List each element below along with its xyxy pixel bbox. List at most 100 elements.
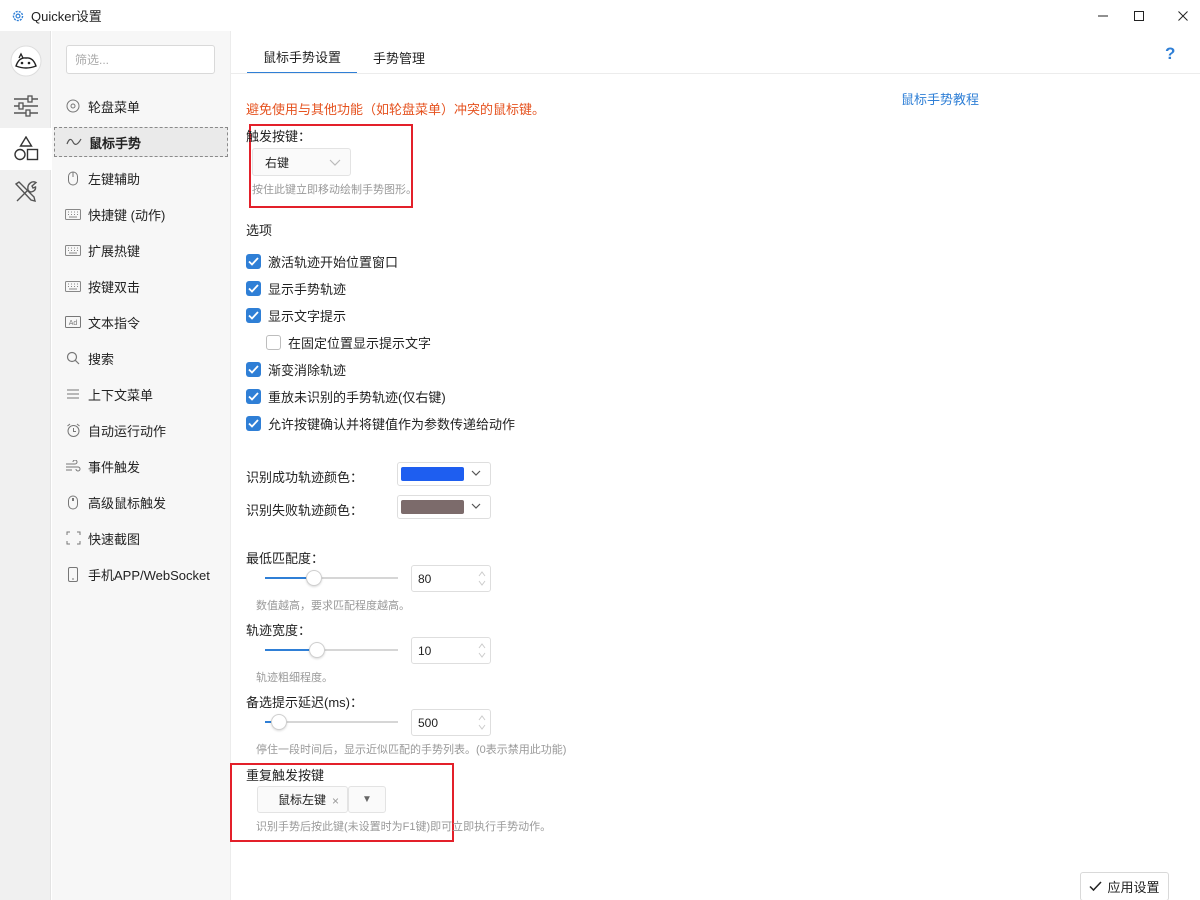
wheel-icon xyxy=(64,99,82,113)
repeat-label: 重复触发按键 xyxy=(246,768,325,783)
delay-hint: 停住一段时间后，显示近似匹配的手势列表。(0表示禁用此功能) xyxy=(256,744,567,756)
option-label: 在固定位置显示提示文字 xyxy=(288,335,432,351)
checkbox-checked[interactable] xyxy=(246,388,261,404)
icon-rail xyxy=(0,31,51,900)
delay-input[interactable]: 500 xyxy=(411,709,491,736)
minimize-icon xyxy=(1098,15,1108,16)
help-button[interactable]: ? xyxy=(1165,44,1175,64)
check-icon xyxy=(1089,881,1103,892)
option-fixed-position-hint[interactable]: 在固定位置显示提示文字 xyxy=(266,333,431,351)
checkbox-checked[interactable] xyxy=(246,307,261,323)
alarm-icon xyxy=(64,423,82,437)
maximize-button[interactable] xyxy=(1116,0,1162,31)
apply-label: 应用设置 xyxy=(1107,880,1160,895)
nav-item-text-command[interactable]: Ad 文本指令 xyxy=(54,307,228,337)
nav-item-label: 按键双击 xyxy=(88,279,141,295)
check-icon xyxy=(248,256,259,266)
rail-shapes[interactable] xyxy=(0,128,51,170)
tab-gesture-management[interactable]: 手势管理 xyxy=(357,41,441,74)
trigger-key-select[interactable]: 右键 xyxy=(252,148,351,176)
menu-icon xyxy=(64,387,82,401)
chevron-down-icon xyxy=(471,503,481,509)
repeat-key-value: 鼠标左键 xyxy=(278,793,327,807)
check-icon xyxy=(248,391,259,401)
option-activate-window[interactable]: 激活轨迹开始位置窗口 xyxy=(246,252,398,270)
width-input[interactable]: 10 xyxy=(411,637,491,664)
shapes-icon xyxy=(13,136,38,161)
close-button[interactable] xyxy=(1160,0,1200,31)
nav-item-search[interactable]: 搜索 xyxy=(54,343,228,373)
repeat-key-dropdown[interactable]: ▼ xyxy=(348,786,386,813)
tutorial-link[interactable]: 鼠标手势教程 xyxy=(901,89,979,108)
option-show-trail[interactable]: 显示手势轨迹 xyxy=(246,279,346,297)
option-label: 重放未识别的手势轨迹(仅右键) xyxy=(268,389,446,405)
nav-item-context-menu[interactable]: 上下文菜单 xyxy=(54,379,228,409)
rail-tools[interactable] xyxy=(0,171,51,213)
maximize-icon xyxy=(1134,10,1144,21)
option-fade-trail[interactable]: 渐变消除轨迹 xyxy=(246,360,346,378)
delay-slider[interactable] xyxy=(265,712,398,732)
nav-item-event-trigger[interactable]: 事件触发 xyxy=(54,451,228,481)
check-icon xyxy=(248,283,259,293)
slider-thumb[interactable] xyxy=(270,714,287,730)
remove-tag-icon[interactable]: × xyxy=(332,794,339,808)
nav-item-extended-hotkey[interactable]: 扩展热键 xyxy=(54,235,228,265)
rail-settings[interactable] xyxy=(0,85,51,127)
warning-text: 避免使用与其他功能（如轮盘菜单）冲突的鼠标键。 xyxy=(246,102,546,117)
keyboard-icon xyxy=(64,207,82,221)
option-key-confirm[interactable]: 允许按键确认并将键值作为参数传递给动作 xyxy=(246,414,515,432)
gesture-icon xyxy=(65,135,83,149)
checkbox-checked[interactable] xyxy=(246,361,261,377)
success-color-swatch xyxy=(401,467,464,481)
checkbox-checked[interactable] xyxy=(246,253,261,269)
gear-icon xyxy=(12,10,24,21)
nav-item-mouse-gesture[interactable]: 鼠标手势 xyxy=(54,127,228,157)
option-show-text-hint[interactable]: 显示文字提示 xyxy=(246,306,346,324)
apply-button[interactable]: 应用设置 xyxy=(1080,872,1169,900)
nav-item-wheel-menu[interactable]: 轮盘菜单 xyxy=(54,91,228,121)
nav-item-advanced-mouse[interactable]: 高级鼠标触发 xyxy=(54,487,228,517)
mouse-icon xyxy=(64,171,82,185)
nav-item-key-double-click[interactable]: 按键双击 xyxy=(54,271,228,301)
slider-thumb[interactable] xyxy=(305,570,322,586)
tab-gesture-settings[interactable]: 鼠标手势设置 xyxy=(247,41,358,74)
checkbox-unchecked[interactable] xyxy=(266,334,281,350)
slider-thumb[interactable] xyxy=(309,642,326,658)
close-icon xyxy=(1178,10,1188,21)
options-heading: 选项 xyxy=(246,223,273,238)
repeat-hint: 识别手势后按此键(未设置时为F1键)即可立即执行手势动作。 xyxy=(256,821,552,833)
nav-item-label: 鼠标手势 xyxy=(89,135,142,151)
chevron-down-icon xyxy=(471,470,481,476)
match-slider[interactable] xyxy=(265,568,398,588)
width-label: 轨迹宽度： xyxy=(246,623,312,638)
spinner-icon[interactable] xyxy=(477,713,487,732)
trigger-key-value: 右键 xyxy=(265,155,290,170)
checkbox-checked[interactable] xyxy=(246,415,261,431)
nav-item-label: 手机APP/WebSocket xyxy=(88,567,210,583)
match-value: 80 xyxy=(418,571,432,586)
filter-input[interactable] xyxy=(66,45,215,74)
tools-icon xyxy=(14,181,37,202)
spinner-icon[interactable] xyxy=(477,569,487,588)
nav-item-quick-screenshot[interactable]: 快速截图 xyxy=(54,523,228,553)
option-replay-unrecognized[interactable]: 重放未识别的手势轨迹(仅右键) xyxy=(246,387,446,405)
avatar[interactable] xyxy=(0,37,51,85)
nav-item-label: 高级鼠标触发 xyxy=(88,495,167,511)
success-color-picker[interactable] xyxy=(397,462,491,486)
keyboard-icon xyxy=(64,243,82,257)
nav-item-label: 快速截图 xyxy=(88,531,141,547)
nav-item-left-click-assist[interactable]: 左键辅助 xyxy=(54,163,228,193)
nav-item-label: 快捷键 (动作) xyxy=(88,207,166,223)
width-slider[interactable] xyxy=(265,640,398,660)
checkbox-checked[interactable] xyxy=(246,280,261,296)
nav-item-hotkey-action[interactable]: 快捷键 (动作) xyxy=(54,199,228,229)
spinner-icon[interactable] xyxy=(477,641,487,660)
nav-item-mobile-websocket[interactable]: 手机APP/WebSocket xyxy=(54,559,228,589)
fail-color-picker[interactable] xyxy=(397,495,491,519)
repeat-key-tag[interactable]: 鼠标左键 × xyxy=(257,786,348,813)
width-value: 10 xyxy=(418,643,432,658)
success-color-label: 识别成功轨迹颜色： xyxy=(246,470,364,485)
match-input[interactable]: 80 xyxy=(411,565,491,592)
nav-item-auto-run[interactable]: 自动运行动作 xyxy=(54,415,228,445)
nav-item-label: 文本指令 xyxy=(88,315,141,331)
